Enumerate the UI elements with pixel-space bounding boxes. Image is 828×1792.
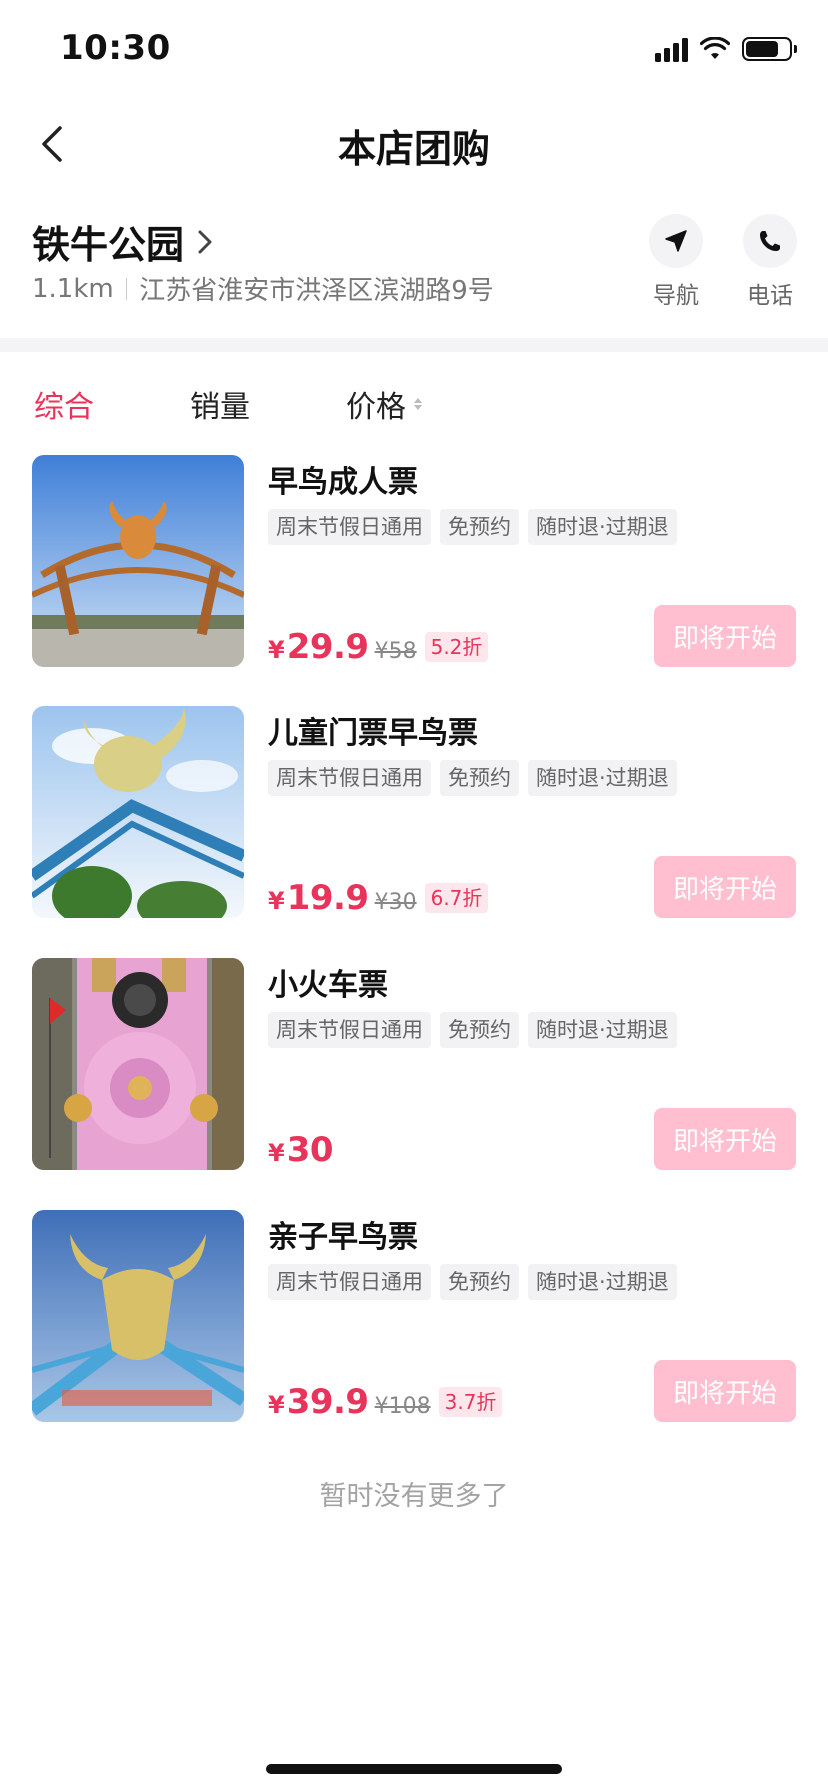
price-value: 29.9: [286, 627, 369, 667]
product-title: 亲子早鸟票: [268, 1220, 418, 1255]
discount-badge: 5.2折: [424, 632, 489, 662]
chevron-right-icon: [198, 230, 212, 253]
product-price: ¥ 39.9 ¥108 3.7折: [268, 1382, 503, 1422]
product-thumbnail: [32, 958, 244, 1170]
store-name: 铁牛公园: [32, 223, 185, 267]
currency-symbol: ¥: [268, 636, 285, 664]
store-address: 江苏省淮安市洪泽区滨湖路9号: [139, 276, 494, 306]
original-price: ¥108: [374, 1394, 431, 1419]
product-price: ¥ 19.9 ¥30 6.7折: [268, 878, 489, 918]
sort-tab-price[interactable]: 价格: [346, 382, 422, 426]
product-item[interactable]: 早鸟成人票 周末节假日通用 免预约 随时退·过期退 ¥ 29.9 ¥58 5.2…: [0, 455, 828, 667]
battery-icon: [742, 37, 797, 61]
sort-arrows-icon: [414, 398, 422, 410]
status-bar: 10:30: [0, 0, 828, 100]
product-tags: 周末节假日通用 免预约 随时退·过期退: [268, 1264, 677, 1300]
product-title: 早鸟成人票: [268, 465, 418, 500]
product-tag: 随时退·过期退: [528, 760, 677, 796]
page: 10:30 本店团购 铁牛公园 1.1km 江苏省淮安市洪泽区滨湖路9号 导航 …: [0, 0, 828, 1792]
currency-symbol: ¥: [268, 887, 285, 915]
product-item[interactable]: 儿童门票早鸟票 周末节假日通用 免预约 随时退·过期退 ¥ 19.9 ¥30 6…: [0, 706, 828, 918]
coming-soon-button[interactable]: 即将开始: [654, 1360, 796, 1422]
store-meta: 1.1km 江苏省淮安市洪泽区滨湖路9号: [32, 270, 494, 307]
price-value: 39.9: [286, 1382, 369, 1422]
meta-divider: [125, 277, 128, 300]
store-name-link[interactable]: 铁牛公园: [32, 214, 214, 269]
product-price: ¥ 30: [268, 1130, 334, 1170]
no-more-text: 暂时没有更多了: [319, 1481, 509, 1512]
price-value: 19.9: [286, 878, 369, 918]
currency-symbol: ¥: [268, 1139, 285, 1167]
navigation-arrow-icon: [649, 214, 703, 268]
product-tag: 周末节假日通用: [268, 509, 431, 545]
product-tag: 周末节假日通用: [268, 1264, 431, 1300]
page-title: 本店团购: [337, 127, 490, 171]
product-tag: 随时退·过期退: [528, 1264, 677, 1300]
call-label: 电话: [747, 283, 793, 309]
product-tag: 免预约: [440, 760, 519, 796]
product-tag: 免预约: [440, 1012, 519, 1048]
call-button[interactable]: 电话: [730, 214, 810, 310]
nav-bar: 本店团购: [0, 100, 828, 188]
product-tag: 周末节假日通用: [268, 760, 431, 796]
sort-tabs: 综合 销量 价格: [0, 370, 828, 440]
product-tag: 随时退·过期退: [528, 1012, 677, 1048]
product-tag: 周末节假日通用: [268, 1012, 431, 1048]
product-thumbnail: [32, 706, 244, 918]
discount-badge: 3.7折: [438, 1387, 503, 1417]
sort-tab-label: 综合: [34, 390, 94, 425]
wifi-icon: [700, 37, 730, 59]
home-indicator[interactable]: [266, 1764, 562, 1774]
store-distance: 1.1km: [32, 273, 114, 304]
product-tag: 随时退·过期退: [528, 509, 677, 545]
sort-tab-label: 销量: [190, 390, 250, 425]
coming-soon-button[interactable]: 即将开始: [654, 605, 796, 667]
status-icons: [655, 36, 797, 62]
cellular-signal-icon: [655, 36, 688, 62]
sort-tab-overall[interactable]: 综合: [34, 382, 94, 426]
product-tags: 周末节假日通用 免预约 随时退·过期退: [268, 760, 677, 796]
section-divider: [0, 338, 828, 352]
product-title: 儿童门票早鸟票: [268, 716, 478, 751]
discount-badge: 6.7折: [424, 883, 489, 913]
product-tags: 周末节假日通用 免预约 随时退·过期退: [268, 509, 677, 545]
product-item[interactable]: 小火车票 周末节假日通用 免预约 随时退·过期退 ¥ 30 即将开始: [0, 958, 828, 1170]
sort-tab-sales[interactable]: 销量: [190, 382, 250, 426]
coming-soon-button[interactable]: 即将开始: [654, 856, 796, 918]
navigate-label: 导航: [653, 283, 699, 309]
product-thumbnail: [32, 1210, 244, 1422]
store-header: 铁牛公园 1.1km 江苏省淮安市洪泽区滨湖路9号 导航 电话: [0, 200, 828, 330]
sort-tab-label: 价格: [346, 390, 406, 425]
product-tag: 免预约: [440, 1264, 519, 1300]
product-tag: 免预约: [440, 509, 519, 545]
product-item[interactable]: 亲子早鸟票 周末节假日通用 免预约 随时退·过期退 ¥ 39.9 ¥108 3.…: [0, 1210, 828, 1422]
price-value: 30: [286, 1130, 334, 1170]
original-price: ¥58: [374, 639, 417, 664]
battery-level: [746, 41, 778, 57]
coming-soon-button[interactable]: 即将开始: [654, 1108, 796, 1170]
original-price: ¥30: [374, 890, 417, 915]
product-tags: 周末节假日通用 免预约 随时退·过期退: [268, 1012, 677, 1048]
product-thumbnail: [32, 455, 244, 667]
product-title: 小火车票: [268, 968, 388, 1003]
status-time: 10:30: [60, 28, 171, 68]
currency-symbol: ¥: [268, 1391, 285, 1419]
navigate-button[interactable]: 导航: [636, 214, 716, 310]
phone-icon: [743, 214, 797, 268]
product-price: ¥ 29.9 ¥58 5.2折: [268, 627, 489, 667]
